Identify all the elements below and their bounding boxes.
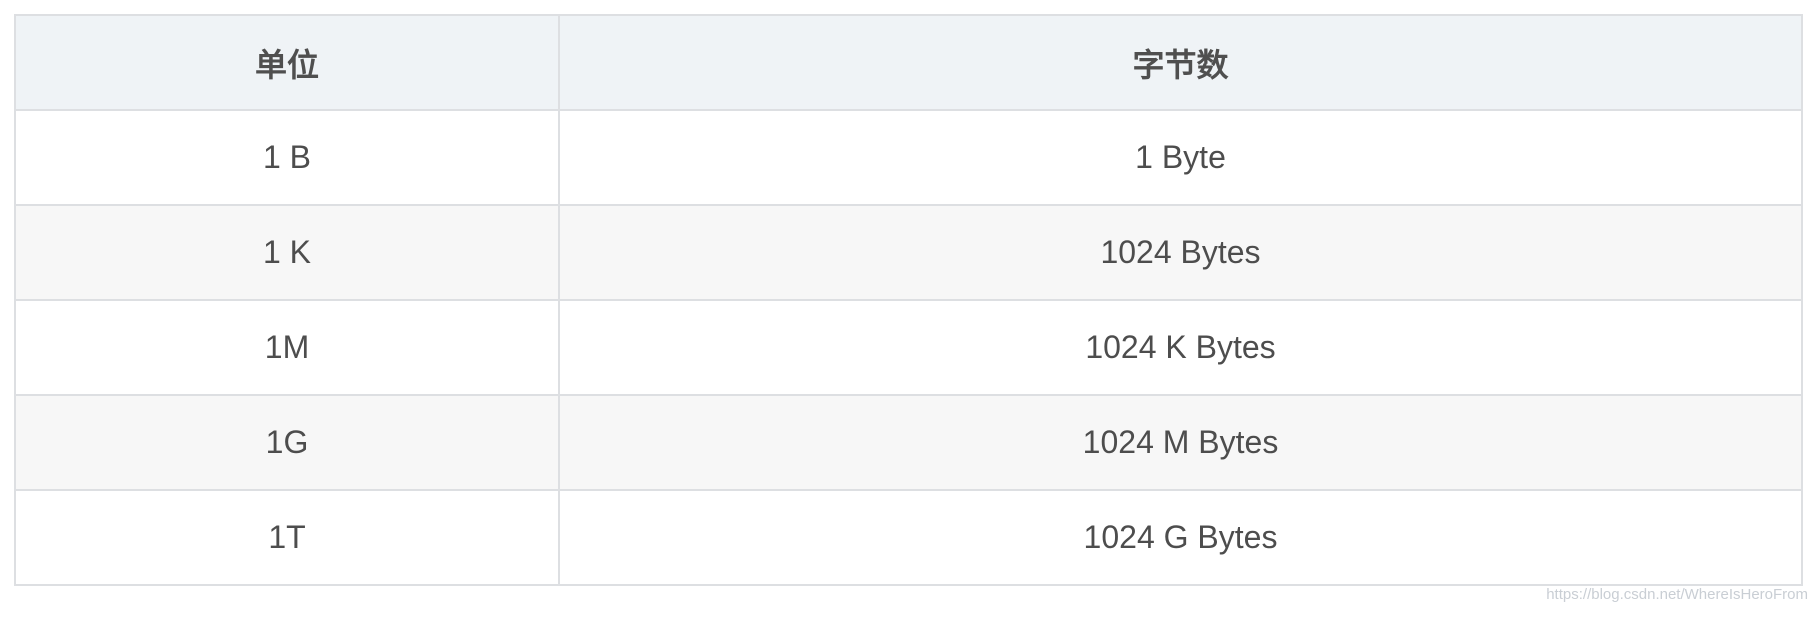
cell-bytes: 1 Byte xyxy=(558,109,1803,206)
watermark: https://blog.csdn.net/WhereIsHeroFrom xyxy=(1546,586,1808,603)
table-row: 1T 1024 G Bytes xyxy=(14,489,1803,586)
cell-bytes: 1024 M Bytes xyxy=(558,394,1803,491)
unit-table: 单位 字节数 1 B 1 Byte 1 K 1024 Bytes 1M 1024… xyxy=(14,14,1803,586)
cell-unit: 1G xyxy=(14,394,560,491)
table-row: 1G 1024 M Bytes xyxy=(14,394,1803,491)
table-row: 1M 1024 K Bytes xyxy=(14,299,1803,396)
cell-unit: 1M xyxy=(14,299,560,396)
cell-unit: 1 B xyxy=(14,109,560,206)
cell-bytes: 1024 G Bytes xyxy=(558,489,1803,586)
cell-bytes: 1024 Bytes xyxy=(558,204,1803,301)
table-row: 1 B 1 Byte xyxy=(14,109,1803,206)
cell-unit: 1 K xyxy=(14,204,560,301)
column-header-bytes: 字节数 xyxy=(558,14,1803,111)
page: 单位 字节数 1 B 1 Byte 1 K 1024 Bytes 1M 1024… xyxy=(0,0,1818,618)
cell-bytes: 1024 K Bytes xyxy=(558,299,1803,396)
table-header-row: 单位 字节数 xyxy=(14,14,1803,111)
cell-unit: 1T xyxy=(14,489,560,586)
column-header-unit: 单位 xyxy=(14,14,560,111)
table-row: 1 K 1024 Bytes xyxy=(14,204,1803,301)
